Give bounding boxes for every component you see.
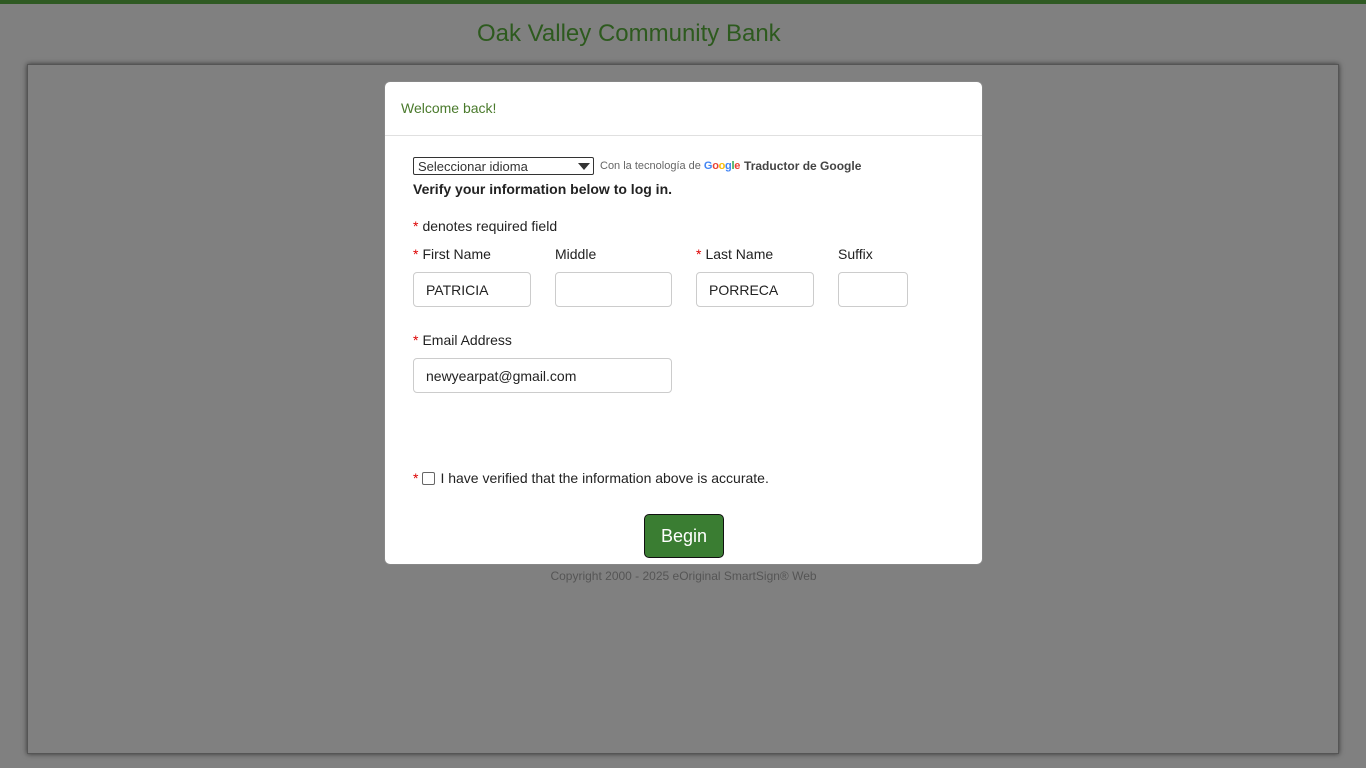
instructions-text: Verify your information below to log in. [413, 181, 673, 197]
login-modal: Welcome back! Seleccionar idioma Con la … [384, 81, 983, 583]
required-field-note: * denotes required field [413, 218, 557, 234]
first-name-label: * First Name [413, 246, 491, 262]
top-accent-bar [0, 0, 1366, 4]
verify-row: * I have verified that the information a… [413, 470, 769, 486]
suffix-label-text: Suffix [838, 246, 873, 262]
language-select[interactable]: Seleccionar idioma [413, 157, 594, 175]
required-star: * [413, 246, 419, 262]
suffix-input[interactable] [838, 272, 908, 307]
powered-by-text: Con la tecnología de Google Traductor de… [600, 159, 861, 173]
modal-header: Welcome back! [385, 82, 982, 136]
last-name-label-text: Last Name [705, 246, 774, 262]
required-note-text: denotes required field [422, 218, 558, 234]
middle-label-text: Middle [555, 246, 597, 262]
language-select-value: Seleccionar idioma [418, 158, 528, 174]
first-name-label-text: First Name [422, 246, 491, 262]
last-name-input[interactable] [696, 272, 814, 307]
welcome-message: Welcome back! [401, 100, 497, 116]
last-name-label: * Last Name [696, 246, 773, 262]
chevron-down-icon [578, 163, 590, 170]
email-label: * Email Address [413, 332, 512, 348]
google-translate-widget: Seleccionar idioma Con la tecnología de … [413, 157, 861, 175]
verify-checkbox-label[interactable]: I have verified that the information abo… [440, 470, 768, 486]
bank-title: Oak Valley Community Bank [477, 20, 781, 47]
begin-button[interactable]: Begin [644, 514, 724, 558]
powered-by-label: Con la tecnología de [600, 160, 701, 172]
required-star: * [413, 218, 419, 234]
verify-checkbox[interactable] [422, 471, 436, 485]
google-logo: Google [703, 160, 741, 172]
email-label-text: Email Address [422, 332, 512, 348]
translator-name[interactable]: Traductor de Google [744, 159, 861, 173]
middle-name-label: Middle [555, 246, 596, 262]
required-star: * [696, 246, 702, 262]
copyright-text: Copyright 2000 - 2025 eOriginal SmartSig… [550, 569, 817, 583]
suffix-label: Suffix [838, 246, 873, 262]
first-name-input[interactable] [413, 272, 531, 307]
email-input[interactable] [413, 358, 672, 393]
required-star: * [413, 470, 419, 486]
middle-name-input[interactable] [555, 272, 672, 307]
required-star: * [413, 332, 419, 348]
